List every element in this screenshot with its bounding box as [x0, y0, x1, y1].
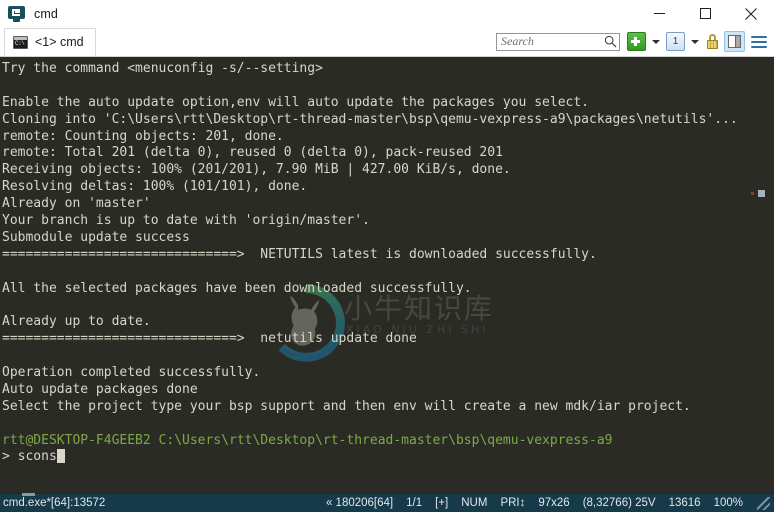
search-icon[interactable] [604, 35, 617, 48]
search-input[interactable] [501, 34, 604, 49]
prompt-symbol: > [2, 449, 18, 465]
terminal-line: Enable the auto update option,env will a… [2, 94, 589, 110]
chevron-down-icon-active[interactable] [691, 39, 699, 44]
status-item: PRI↕ [500, 497, 526, 509]
status-item: [+] [435, 497, 449, 509]
tab-bar: C:\ <1> cmd 1 [0, 27, 774, 57]
terminal-line: All the selected packages have been down… [2, 280, 472, 296]
terminal-line: Operation completed successfully. [2, 365, 261, 381]
terminal-prompt-line: rtt@DESKTOP-F4GEEB2 C:\Users\rtt\Desktop… [2, 433, 774, 450]
command-text: scons [17, 449, 57, 465]
close-button[interactable] [728, 0, 774, 27]
split-pane-icon[interactable] [724, 31, 745, 52]
minimize-button[interactable] [636, 0, 682, 27]
status-process: cmd.exe*[64]:13572 [3, 497, 106, 509]
status-items: « 180206[64] 1/1 [+] NUM PRI↕ 97x26 (8,32766) … [325, 496, 774, 510]
terminal-line: Resolving deltas: 100% (101/101), done. [2, 179, 308, 195]
terminal-line: Already up to date. [2, 314, 151, 330]
lock-icon[interactable] [705, 33, 720, 50]
console-icon: C:\ [13, 35, 28, 49]
prompt-path: C:\Users\rtt\Desktop\rt-thread-master\bs… [158, 432, 613, 448]
terminal-line: ==============================> netutils… [2, 331, 417, 347]
conemu-window: cmd C:\ <1> cmd Search 1 小牛知识库 XIAO NIU … [0, 0, 774, 512]
text-cursor [56, 449, 65, 464]
maximize-button[interactable] [682, 0, 728, 27]
scrollbar-marker[interactable] [751, 190, 765, 197]
status-bar: cmd.exe*[64]:13572 « 180206[64] 1/1 [+] NUM… [0, 493, 774, 512]
terminal-line: remote: Counting objects: 201, done. [2, 128, 284, 144]
status-item: « 180206[64] [325, 497, 394, 509]
status-item: NUM [461, 497, 488, 509]
terminal-line: Submodule update success [2, 229, 190, 245]
prompt-user-host: rtt@DESKTOP-F4GEEB2 [2, 432, 159, 448]
status-item: 1/1 [406, 497, 423, 509]
status-item: 13616 [668, 497, 701, 509]
terminal-line: remote: Total 201 (delta 0), reused 0 (d… [2, 145, 503, 161]
active-console-button[interactable]: 1 [666, 32, 685, 51]
terminal-line: Already on 'master' [2, 196, 151, 212]
terminal-line: ==============================> NETUTILS… [2, 246, 597, 262]
status-item: 100% [713, 497, 743, 509]
terminal-output: Try the command <menuconfig -s/--setting… [2, 61, 774, 466]
terminal-screen[interactable]: 小牛知识库 XIAO NIU ZHI SHI Try the command <… [0, 57, 774, 493]
resize-grip[interactable] [757, 496, 770, 510]
hamburger-icon[interactable] [751, 35, 767, 49]
terminal-line: Select the project type your bsp support… [2, 398, 691, 414]
status-item: (8,32766) 25V [582, 497, 656, 509]
terminal-command-line[interactable]: > scons [2, 449, 774, 466]
toolbar: 1 [496, 27, 774, 56]
title-bar: cmd [0, 0, 774, 27]
chevron-down-icon-new[interactable] [652, 39, 660, 44]
tab-cmd-1[interactable]: C:\ <1> cmd [4, 28, 96, 56]
title-bar-left: cmd [0, 5, 58, 22]
window-controls [636, 0, 774, 27]
app-icon [8, 5, 25, 22]
new-console-button[interactable] [627, 32, 646, 51]
terminal-line: Receiving objects: 100% (201/201), 7.90 … [2, 162, 511, 178]
terminal-line: Try the command <menuconfig -s/--setting… [2, 61, 323, 76]
terminal-line: Your branch is up to date with 'origin/m… [2, 213, 370, 229]
status-item: 97x26 [538, 497, 570, 509]
status-bar-tick [22, 493, 35, 496]
terminal-line: Auto update packages done [2, 381, 198, 397]
window-title: cmd [34, 6, 58, 21]
tab-label: <1> cmd [35, 35, 84, 49]
search-box[interactable] [496, 32, 620, 51]
terminal-line: Cloning into 'C:\Users\rtt\Desktop\rt-th… [2, 111, 738, 127]
